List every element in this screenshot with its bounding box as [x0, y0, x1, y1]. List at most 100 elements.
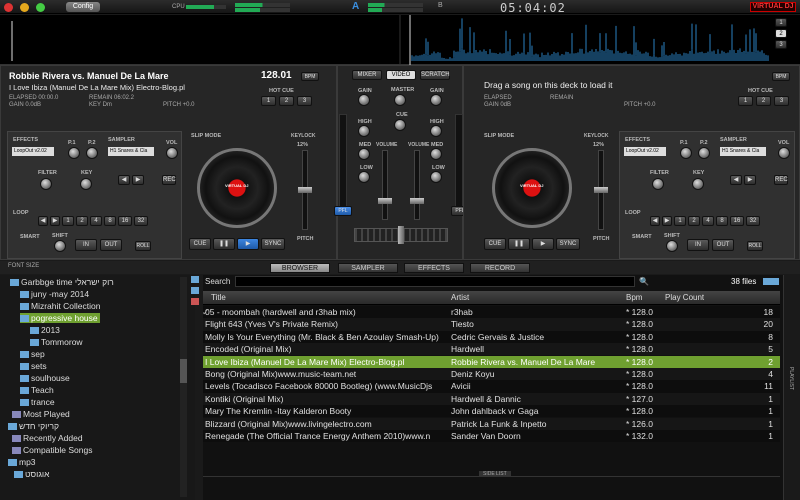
tree-item[interactable]: Tommorow	[30, 337, 83, 347]
high-right-knob[interactable]	[430, 125, 442, 137]
p1-knob[interactable]	[68, 147, 80, 159]
table-row[interactable]: Blizzard (Original Mix)www.livingelectro…	[203, 417, 780, 430]
waveform-overview[interactable]: 1 2 3	[0, 15, 800, 65]
hotcue-3-button[interactable]: 3	[297, 96, 312, 106]
sampler-select[interactable]: H1 Snares & Cla	[720, 147, 766, 156]
loop-32-button[interactable]: 32	[134, 216, 148, 226]
zoom-3-button[interactable]: 3	[775, 40, 787, 49]
column-play-count[interactable]: Play Count	[665, 293, 704, 302]
tree-item[interactable]: Compatible Songs	[12, 445, 92, 455]
loop-next-button[interactable]: ▶	[50, 216, 60, 226]
loop-2-button[interactable]: 2	[688, 216, 700, 226]
sampler-select[interactable]: H1 Snares & Cla	[108, 147, 154, 156]
med-right-knob[interactable]	[430, 148, 442, 160]
config-button[interactable]: Config	[66, 2, 100, 12]
table-row[interactable]: Kontiki (Original Mix) Hardwell & Dannic *…	[203, 392, 780, 405]
sync-button[interactable]: SYNC	[556, 238, 580, 250]
deck-right-platter[interactable]	[492, 148, 572, 228]
hotcue-1-button[interactable]: 1	[738, 96, 753, 106]
low-right-knob[interactable]	[430, 171, 442, 183]
playlist-icon[interactable]	[191, 287, 199, 294]
rec-button[interactable]: REC	[162, 175, 176, 185]
key-knob[interactable]	[692, 178, 704, 190]
pitch-slider-cap[interactable]	[594, 187, 608, 193]
high-left-knob[interactable]	[358, 125, 370, 137]
table-row[interactable]: Levels (Tocadisco Facebook 80000 Bootleg…	[203, 380, 780, 393]
loop-4-button[interactable]: 4	[90, 216, 102, 226]
sampler-play-button[interactable]: ▶	[132, 175, 144, 185]
close-icon[interactable]	[4, 3, 13, 12]
sampler-prev-button[interactable]: ◀	[118, 175, 130, 185]
cue-knob[interactable]	[394, 119, 406, 131]
hotcue-1-button[interactable]: 1	[261, 96, 276, 106]
volume-left-fader[interactable]	[382, 150, 388, 220]
hotcue-2-button[interactable]: 2	[756, 96, 771, 106]
vol-knob[interactable]	[166, 147, 178, 159]
crossfader-cap[interactable]	[398, 226, 404, 244]
pause-button[interactable]: ❚❚	[508, 238, 530, 250]
tab-record[interactable]: RECORD	[470, 263, 530, 273]
table-row[interactable]: Renegade (The Official Trance Energy Ant…	[203, 430, 780, 443]
loop-prev-button[interactable]: ◀	[650, 216, 660, 226]
zoom-2-button[interactable]: 2	[775, 29, 787, 38]
loop-in-button[interactable]: IN	[687, 239, 709, 251]
pause-button[interactable]: ❚❚	[213, 238, 235, 250]
low-left-knob[interactable]	[358, 171, 370, 183]
deck-left-platter[interactable]	[197, 148, 277, 228]
gain-right-knob[interactable]	[430, 94, 442, 106]
search-options-icon[interactable]: 🔍	[639, 277, 649, 286]
shift-knob[interactable]	[54, 240, 66, 252]
key-knob[interactable]	[80, 178, 92, 190]
playlist-sidebar-label[interactable]: PLAYLIST	[788, 367, 794, 390]
filter-knob[interactable]	[40, 178, 52, 190]
cue-button[interactable]: CUE	[189, 238, 211, 250]
tree-item[interactable]: Mizrahit Collection	[20, 301, 100, 311]
effect-select[interactable]: LoopOut v2.02	[624, 147, 666, 156]
tree-item[interactable]: soulhouse	[20, 373, 70, 383]
effect-select[interactable]: LoopOut v2.02	[12, 147, 54, 156]
loop-8-button[interactable]: 8	[716, 216, 728, 226]
loop-16-button[interactable]: 16	[730, 216, 744, 226]
tree-scrollbar[interactable]	[180, 277, 187, 497]
zoom-1-button[interactable]: 1	[775, 18, 787, 27]
gain-left-knob[interactable]	[358, 94, 370, 106]
volume-right-cap[interactable]	[410, 198, 424, 204]
loop-out-button[interactable]: OUT	[100, 239, 122, 251]
view-toggle-icon[interactable]	[763, 278, 779, 285]
rec-button[interactable]: REC	[774, 175, 788, 185]
tree-item[interactable]: Garbbge time רוק ישראלי	[10, 277, 114, 287]
master-knob[interactable]	[394, 94, 406, 106]
loop-4-button[interactable]: 4	[702, 216, 714, 226]
tab-browser[interactable]: BROWSER	[270, 263, 330, 273]
pitch-slider-cap[interactable]	[298, 187, 312, 193]
roll-button[interactable]: ROLL	[747, 241, 763, 251]
table-row[interactable]: Bong (Original Mix)www.music-team.net Den…	[203, 368, 780, 381]
sync-button[interactable]: SYNC	[261, 238, 285, 250]
tree-item[interactable]: קריוקי חדש	[8, 421, 59, 431]
shift-knob[interactable]	[666, 240, 678, 252]
loop-out-button[interactable]: OUT	[712, 239, 734, 251]
p2-knob[interactable]	[698, 147, 710, 159]
tree-item[interactable]: Most Played	[12, 409, 70, 419]
tree-item[interactable]: אוגוסט	[14, 469, 49, 479]
tree-item[interactable]: Recently Added	[12, 433, 83, 443]
volume-right-fader[interactable]	[414, 150, 420, 220]
tab-sampler[interactable]: SAMPLER	[338, 263, 398, 273]
sampler-prev-button[interactable]: ◀	[730, 175, 742, 185]
hotcue-3-button[interactable]: 3	[774, 96, 789, 106]
table-row[interactable]: Flight 643 (Yves V's Private Remix) Tiest…	[203, 318, 780, 331]
tree-item-selected[interactable]: pogressive house	[20, 313, 100, 323]
vol-knob[interactable]	[778, 147, 790, 159]
loop-1-button[interactable]: 1	[674, 216, 686, 226]
table-row[interactable]: I Love Ibiza (Manuel De La Mare Mix) Ele…	[203, 355, 780, 368]
pfl-left-button[interactable]: PFL	[334, 206, 352, 216]
p1-knob[interactable]	[680, 147, 692, 159]
med-left-knob[interactable]	[358, 148, 370, 160]
table-row[interactable]: Molly Is Your Everything (Mr. Black & Be…	[203, 330, 780, 343]
table-row[interactable]: Encoded (Original Mix) Hardwell * 128.0 5	[203, 343, 780, 356]
play-button[interactable]: ▶	[237, 238, 259, 250]
column-artist[interactable]: Artist	[451, 293, 469, 302]
tree-item[interactable]: mp3	[8, 457, 36, 467]
tree-item[interactable]: juny -may 2014	[20, 289, 89, 299]
tree-item[interactable]: sep	[20, 349, 45, 359]
